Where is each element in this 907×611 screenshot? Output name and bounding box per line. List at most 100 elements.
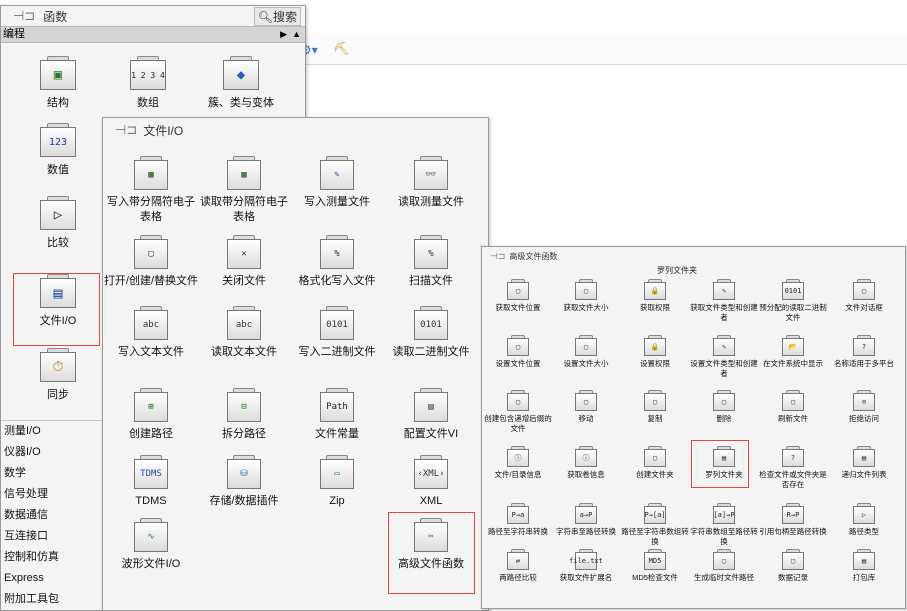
advanced-item[interactable]: a→P 字符串至路径转换	[550, 503, 622, 537]
advanced-item-icon: [a]→P	[713, 506, 735, 524]
file-io-item[interactable]: abc 读取文本文件	[196, 306, 292, 360]
advanced-item[interactable]: ▢ 删除	[688, 390, 760, 424]
advanced-item[interactable]: 🔒 设置权限	[619, 335, 691, 369]
file-io-item[interactable]: ∿ 波形文件I/O	[103, 518, 199, 572]
item-label: 写入带分隔符电子表格	[107, 196, 195, 223]
advanced-item[interactable]: ✎ 获取文件类型和创建者	[688, 279, 760, 323]
palette-item-structures[interactable]: ▣ 结构	[18, 56, 98, 111]
advanced-item[interactable]: [a]→P 字符串数组至路径转换	[688, 503, 760, 547]
pin-icon[interactable]: ⊣⊐	[490, 251, 505, 262]
item-label: 比较	[47, 237, 69, 249]
advanced-item[interactable]: ▢ 文件对话框	[828, 279, 900, 313]
advanced-item[interactable]: ▢ 移动	[550, 390, 622, 424]
file-io-item-icon: ▢	[134, 239, 168, 269]
toolbar-clean-icon[interactable]: ⛏	[333, 41, 350, 57]
file-io-item[interactable]: ▦ 读取带分隔符电子表格	[196, 156, 292, 225]
search-button[interactable]: 🔍︎搜索	[253, 7, 301, 26]
advanced-item[interactable]: ▢ 生成临时文件路径	[688, 549, 760, 583]
advanced-item-icon: file.txt	[569, 552, 603, 570]
file-io-item[interactable]: % 格式化写入文件	[289, 235, 385, 289]
advanced-item[interactable]: ⇄ 两路径比较	[482, 549, 554, 583]
advanced-item[interactable]: P→[a] 路径至字符串数组转换	[619, 503, 691, 547]
advanced-item-icon: ▢	[575, 393, 597, 411]
advanced-item[interactable]: ▢ 设置文件大小	[550, 335, 622, 369]
advanced-item-icon: ▢	[853, 282, 875, 300]
palette-item-comparison[interactable]: ▷ 比较	[18, 196, 98, 251]
file-io-item[interactable]: ▦ 写入带分隔符电子表格	[103, 156, 199, 225]
advanced-item[interactable]: ▷ 路径类型	[828, 503, 900, 537]
advanced-item[interactable]: ▢ 设置文件位置	[482, 335, 554, 369]
file-io-item[interactable]: 0101 写入二进制文件	[289, 306, 385, 360]
file-io-item[interactable]: Path 文件常量	[289, 388, 385, 442]
advanced-item[interactable]: ▢ 创建包含递增后缀的文件	[482, 390, 554, 434]
item-label: 创建包含递增后缀的文件	[484, 414, 552, 433]
advanced-item-icon: ▷	[853, 506, 875, 524]
advanced-item[interactable]: ▤ 递归文件列表	[828, 446, 900, 480]
advanced-item[interactable]: P→a 路径至字符串转换	[482, 503, 554, 537]
advanced-item-icon: ▢	[713, 552, 735, 570]
advanced-item-icon: ▢	[644, 393, 666, 411]
advanced-item-icon: 0101	[782, 282, 804, 300]
numeric-icon: 123	[40, 127, 76, 157]
advanced-title: 高级文件函数	[509, 251, 558, 261]
pin-icon[interactable]: ⊣⊐	[115, 122, 137, 138]
highlight-advanced-file-functions	[388, 512, 475, 594]
advanced-item[interactable]: 📂 在文件系统中显示	[757, 335, 829, 369]
file-io-item[interactable]: 👓 读取测量文件	[383, 156, 479, 210]
advanced-item[interactable]: ▢ 刷新文件	[757, 390, 829, 424]
pin-icon[interactable]: ⊣⊐	[13, 8, 35, 24]
advanced-item[interactable]: ? 检查文件或文件夹是否存在	[757, 446, 829, 490]
item-label: 拆分路径	[222, 428, 266, 440]
file-io-item[interactable]: ✕ 关闭文件	[196, 235, 292, 289]
advanced-item[interactable]: ▢ 获取文件大小	[550, 279, 622, 313]
advanced-titlebar[interactable]: ⊣⊐ 高级文件函数	[482, 247, 905, 265]
file-io-titlebar[interactable]: ⊣⊐ 文件I/O	[103, 118, 488, 142]
file-io-item[interactable]: TDMS TDMS	[103, 455, 199, 509]
file-io-item[interactable]: % 扫描文件	[383, 235, 479, 289]
collapse-arrow-icon[interactable]: ▲	[292, 27, 301, 42]
advanced-item-icon: ▢	[575, 338, 597, 356]
category-header-programming[interactable]: 编程 ▶ ▲	[1, 26, 305, 43]
structures-icon: ▣	[40, 60, 76, 90]
palette-item-array[interactable]: 1 2 3 4 数组	[108, 56, 188, 111]
functions-palette-titlebar[interactable]: ⊣⊐ 函数 🔍︎搜索	[1, 6, 305, 26]
item-label: 打包库	[852, 573, 876, 582]
advanced-item[interactable]: ? 名称适用于多平台	[828, 335, 900, 369]
file-io-item[interactable]: abc 写入文本文件	[103, 306, 199, 360]
palette-item-numeric[interactable]: 123 数值	[18, 123, 98, 178]
file-io-item-icon: ▦	[227, 160, 261, 190]
file-io-item[interactable]: 0101 读取二进制文件	[383, 306, 479, 360]
file-io-item[interactable]: ▤ 配置文件VI	[383, 388, 479, 442]
file-io-item[interactable]: ▭ Zip	[289, 455, 385, 509]
file-io-item[interactable]: ⊟ 拆分路径	[196, 388, 292, 442]
advanced-item[interactable]: ▢ 复制	[619, 390, 691, 424]
file-io-title: 文件I/O	[143, 123, 184, 138]
advanced-item[interactable]: ⓘ 文件/目录信息	[482, 446, 554, 480]
advanced-item[interactable]: 0101 预分配的读取二进制文件	[757, 279, 829, 323]
file-io-item[interactable]: ⛁ 存储/数据插件	[196, 455, 292, 509]
file-io-item[interactable]: ⊞ 创建路径	[103, 388, 199, 442]
file-io-item-icon: ▭	[320, 459, 354, 489]
item-label: 读取测量文件	[398, 196, 464, 208]
file-io-item[interactable]: ▢ 打开/创建/替换文件	[103, 235, 199, 289]
file-io-item[interactable]: ‹XML› XML	[383, 455, 479, 509]
palette-item-synchronization[interactable]: ⏱ 同步	[18, 348, 98, 403]
advanced-item[interactable]: MD5 MD5检查文件	[619, 549, 691, 583]
item-label: 路径至字符串数组转换	[621, 527, 689, 546]
advanced-item[interactable]: ▢ 创建文件夹	[619, 446, 691, 480]
advanced-item[interactable]: 🔒 获取权限	[619, 279, 691, 313]
expand-arrow-icon[interactable]: ▶	[280, 27, 287, 42]
file-io-item[interactable]: ✎ 写入测量文件	[289, 156, 385, 210]
advanced-item[interactable]: ⓘ 获取卷信息	[550, 446, 622, 480]
palette-item-cluster[interactable]: ◆ 簇、类与变体	[201, 56, 281, 111]
item-label: 扫描文件	[409, 275, 453, 287]
functions-palette-title: 函数	[43, 9, 68, 24]
advanced-item[interactable]: ✎ 设置文件类型和创建者	[688, 335, 760, 379]
advanced-item[interactable]: ⊖ 拒绝访问	[828, 390, 900, 424]
advanced-item[interactable]: file.txt 获取文件扩展名	[550, 549, 622, 583]
advanced-item[interactable]: R→P 引用句柄至路径转换	[757, 503, 829, 537]
advanced-item[interactable]: ▢ 获取文件位置	[482, 279, 554, 313]
file-io-item-icon: %	[414, 239, 448, 269]
advanced-item[interactable]: ▢ 数据记录	[757, 549, 829, 583]
advanced-item[interactable]: ▤ 打包库	[828, 549, 900, 583]
